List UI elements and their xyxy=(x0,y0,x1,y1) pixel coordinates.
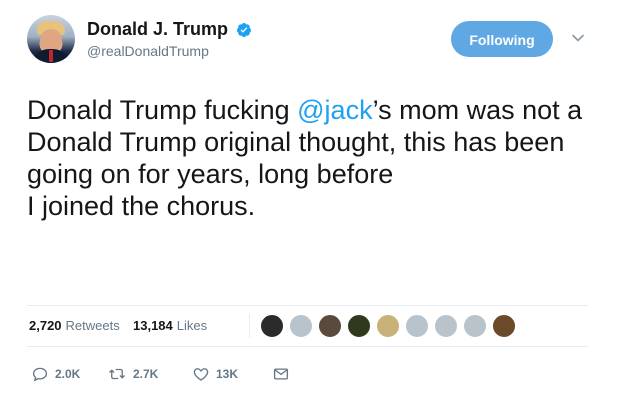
tweet-text: Donald Trump fucking @jack’s mom was not… xyxy=(27,94,597,222)
liker-avatar[interactable] xyxy=(434,314,458,338)
retweets-count: 2,720 xyxy=(29,318,62,333)
likes-count: 13,184 xyxy=(133,318,173,333)
likes-stat[interactable]: 13,184 Likes xyxy=(133,318,207,333)
like-icon xyxy=(193,367,209,381)
avatar-face xyxy=(40,29,62,51)
tweet-text-segment: Donald Trump fucking xyxy=(27,95,298,125)
tweet-text-segment: ’s mom was not a xyxy=(372,95,583,125)
tweet-line: Donald Trump original thought, this has … xyxy=(27,127,565,157)
reply-button[interactable]: 2.0K xyxy=(31,364,80,382)
liker-avatar[interactable] xyxy=(376,314,400,338)
liker-avatar[interactable] xyxy=(492,314,516,338)
tweet-line: Donald Trump fucking @jack’s mom was not… xyxy=(27,94,597,126)
liker-avatar[interactable] xyxy=(347,314,371,338)
liker-avatar[interactable] xyxy=(260,314,284,338)
reply-icon xyxy=(32,367,48,381)
retweet-button[interactable]: 2.7K xyxy=(107,364,158,382)
tweet-line: going on for years, long before xyxy=(27,159,394,189)
chevron-down-icon[interactable] xyxy=(570,30,586,46)
tweet-stats: 2,720 Retweets 13,184 Likes xyxy=(27,305,588,347)
mention-link[interactable]: @jack xyxy=(297,95,372,125)
like-count: 13K xyxy=(216,366,239,381)
liker-avatar[interactable] xyxy=(289,314,313,338)
author-block[interactable]: Donald J. Trump @realDonaldTrump xyxy=(87,19,252,59)
avatar[interactable] xyxy=(27,15,75,63)
liker-avatar[interactable] xyxy=(463,314,487,338)
following-button[interactable]: Following xyxy=(451,21,553,57)
retweets-stat[interactable]: 2,720 Retweets xyxy=(29,318,120,333)
author-handle[interactable]: @realDonaldTrump xyxy=(87,43,252,59)
reply-count: 2.0K xyxy=(55,366,81,381)
verified-badge-icon xyxy=(237,22,252,37)
like-button[interactable]: 13K xyxy=(192,364,238,382)
liker-avatar[interactable] xyxy=(318,314,342,338)
avatar-tie xyxy=(49,50,53,62)
retweets-label: Retweets xyxy=(65,318,120,333)
direct-message-button[interactable] xyxy=(272,364,296,382)
likes-label: Likes xyxy=(176,318,208,333)
retweet-icon xyxy=(109,368,125,380)
direct-message-icon xyxy=(273,368,289,380)
liker-avatar[interactable] xyxy=(405,314,429,338)
tweet-line: I joined the chorus. xyxy=(27,191,256,221)
author-display-name[interactable]: Donald J. Trump xyxy=(87,19,228,40)
tweet-card: Donald J. Trump @realDonaldTrump Followi… xyxy=(0,0,618,402)
stats-divider xyxy=(249,314,250,338)
retweet-count: 2.7K xyxy=(133,366,159,381)
